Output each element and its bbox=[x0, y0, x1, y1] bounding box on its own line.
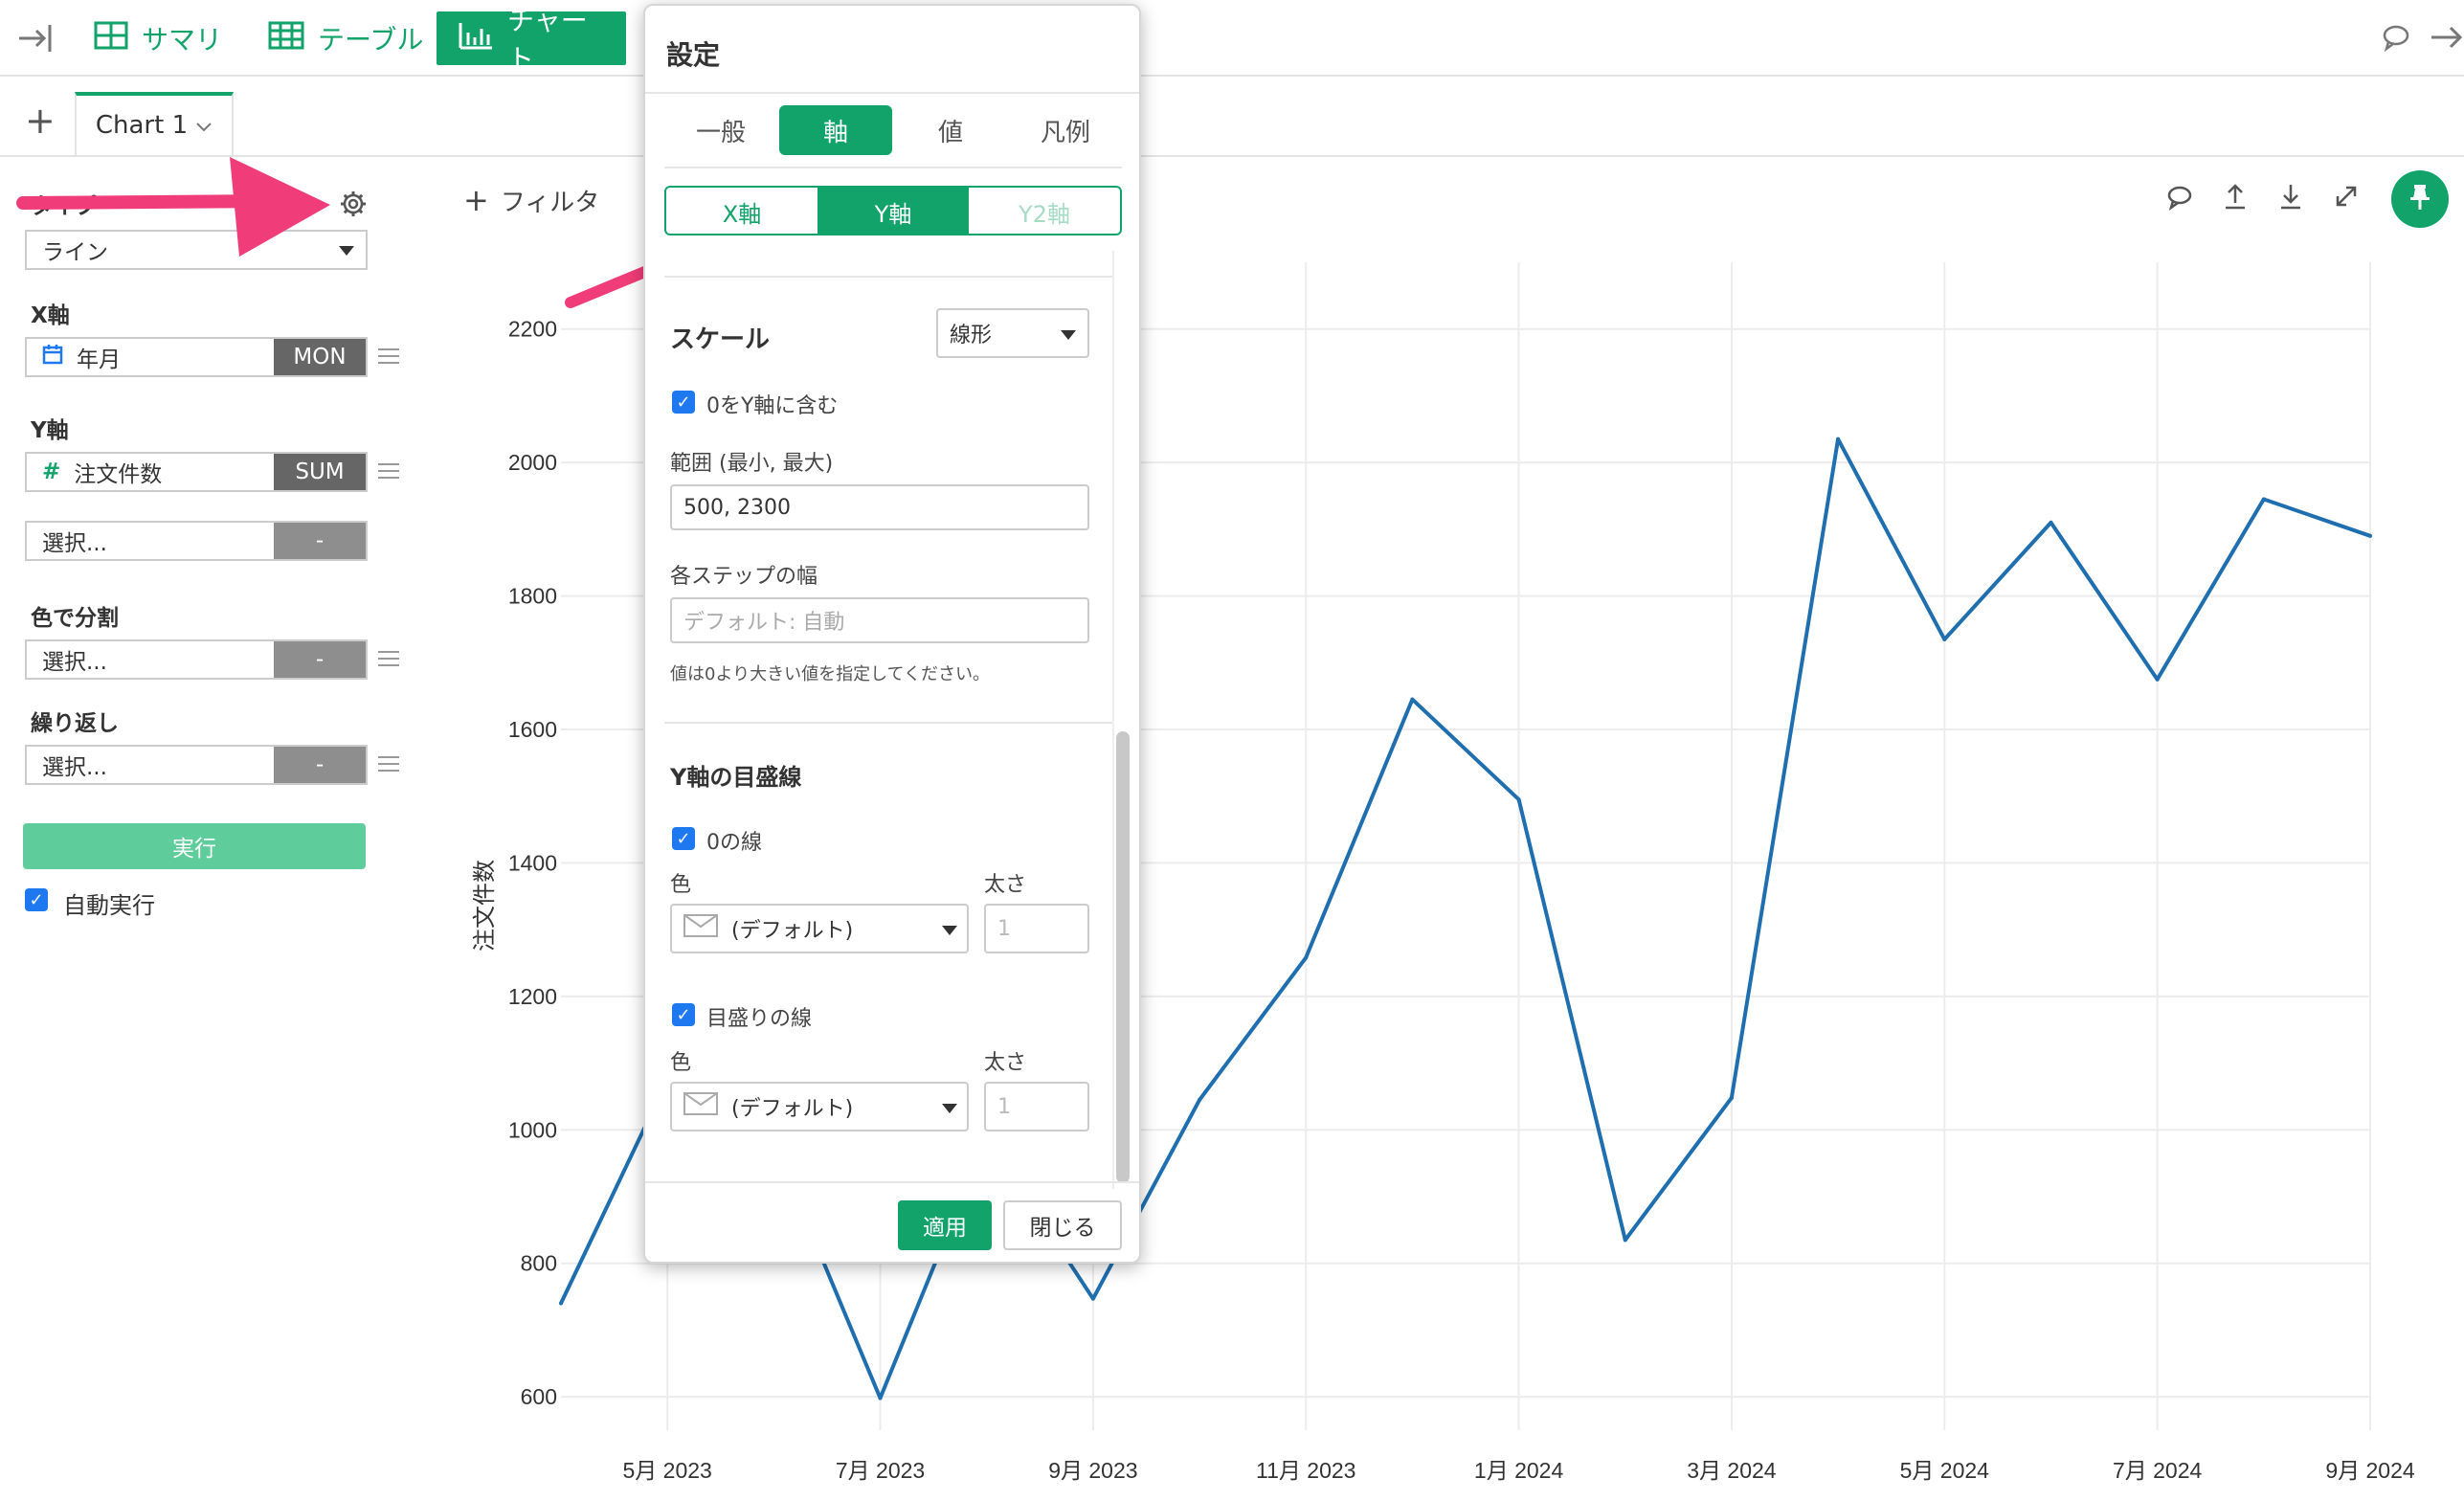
step-help-text: 値は0より大きい値を指定してください。 bbox=[670, 664, 991, 684]
arrow-to-gear bbox=[16, 157, 330, 257]
footer-divider bbox=[645, 1181, 1139, 1183]
segment-y2-axis[interactable]: Y2軸 bbox=[969, 188, 1120, 235]
tab-value[interactable]: 値 bbox=[894, 105, 1007, 155]
scale-value: 線形 bbox=[950, 324, 993, 347]
caret-down-icon bbox=[942, 1095, 957, 1119]
scale-label: スケール bbox=[670, 325, 771, 354]
zero-color-value: (デフォルト) bbox=[731, 919, 854, 943]
tab-legend[interactable]: 凡例 bbox=[1009, 105, 1122, 155]
section-divider bbox=[664, 276, 1112, 278]
dialog-title: 設定 bbox=[666, 39, 721, 71]
range-label: 範囲 (最小, 最大) bbox=[670, 452, 834, 476]
zero-color-select[interactable]: (デフォルト) bbox=[670, 904, 969, 953]
segment-x-axis[interactable]: X軸 bbox=[666, 188, 818, 235]
gridline-title: Y軸の目盛線 bbox=[670, 764, 802, 791]
tab-general[interactable]: 一般 bbox=[664, 105, 777, 155]
grid-color-label: 色 bbox=[670, 1051, 692, 1075]
zero-width-input[interactable]: 1 bbox=[984, 904, 1089, 953]
dialog-scrollbar-track bbox=[1112, 251, 1114, 1189]
grid-line-checkbox[interactable]: ✓ bbox=[672, 1003, 695, 1026]
caret-down-icon bbox=[942, 917, 957, 941]
apply-button[interactable]: 適用 bbox=[898, 1200, 992, 1250]
caret-down-icon bbox=[1061, 322, 1076, 346]
scale-select[interactable]: 線形 bbox=[936, 308, 1089, 358]
grid-color-value: (デフォルト) bbox=[731, 1097, 854, 1121]
grid-color-select[interactable]: (デフォルト) bbox=[670, 1082, 969, 1131]
close-button[interactable]: 閉じる bbox=[1003, 1200, 1122, 1250]
tabs-divider bbox=[664, 167, 1122, 168]
zero-line-checkbox[interactable]: ✓ bbox=[672, 827, 695, 850]
gridline-divider bbox=[664, 722, 1112, 724]
step-input[interactable]: デフォルト: 自動 bbox=[670, 597, 1089, 643]
grid-width-label: 太さ bbox=[984, 1051, 1027, 1075]
range-input[interactable]: 500, 2300 bbox=[670, 484, 1089, 530]
dialog-title-divider bbox=[645, 92, 1139, 94]
include-zero-label: 0をY軸に含む bbox=[706, 394, 839, 418]
annotation-arrows bbox=[16, 157, 816, 308]
envelope-icon bbox=[683, 1092, 718, 1121]
include-zero-checkbox[interactable]: ✓ bbox=[672, 391, 695, 414]
envelope-icon bbox=[683, 914, 718, 943]
zero-color-label: 色 bbox=[670, 873, 692, 897]
grid-line-label: 目盛りの線 bbox=[706, 1007, 813, 1031]
grid-width-input[interactable]: 1 bbox=[984, 1082, 1089, 1131]
zero-width-label: 太さ bbox=[984, 873, 1027, 897]
zero-line-label: 0の線 bbox=[706, 831, 762, 855]
dialog-scrollbar[interactable] bbox=[1116, 731, 1130, 1183]
step-label: 各ステップの幅 bbox=[670, 565, 818, 589]
settings-dialog: 設定 一般 軸 値 凡例 X軸 Y軸 Y2軸 スケール 線形 ✓ 0をY軸に含む… bbox=[643, 4, 1141, 1264]
tab-axis[interactable]: 軸 bbox=[779, 105, 892, 155]
segment-y-axis[interactable]: Y軸 bbox=[818, 188, 969, 235]
